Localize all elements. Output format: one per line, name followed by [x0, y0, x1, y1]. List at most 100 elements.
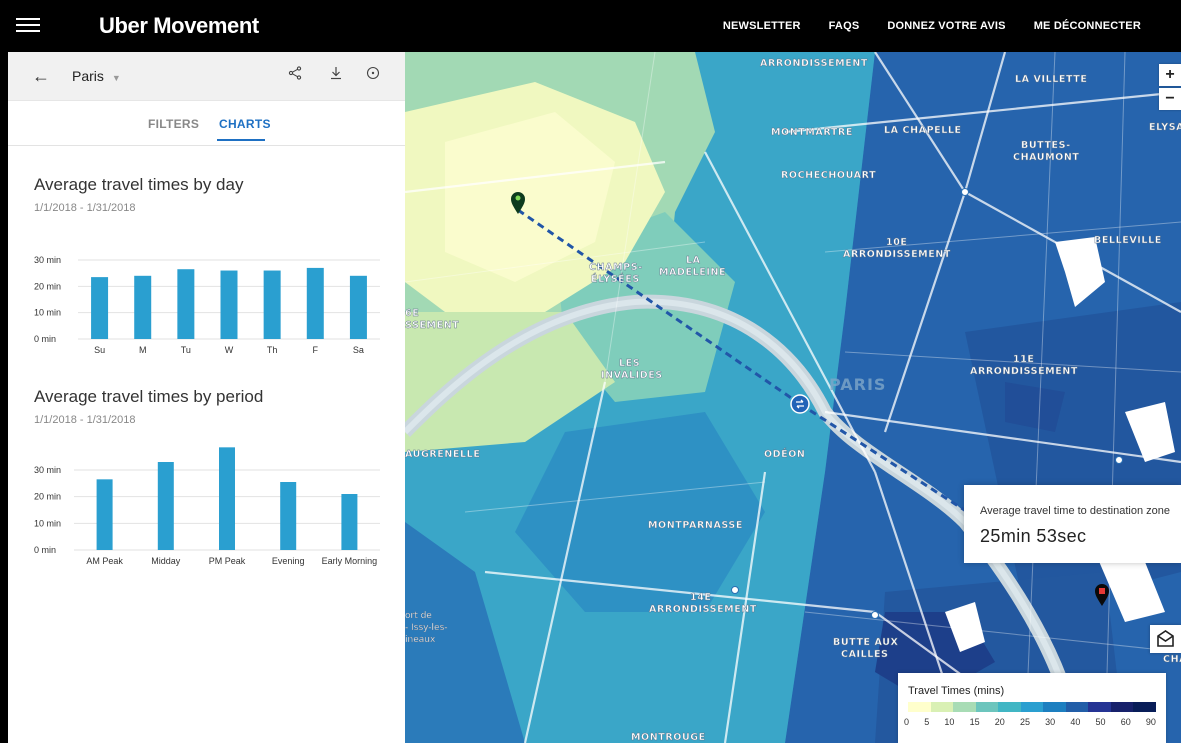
- bar: [280, 482, 297, 550]
- legend-swatch: [1133, 702, 1157, 712]
- map-label-issy-2: - Issy-les-: [405, 623, 448, 633]
- zoom-out-button[interactable]: −: [1159, 88, 1181, 110]
- map-label-buttes: BUTTES-: [1021, 140, 1071, 151]
- travel-time-label: Average travel time to destination zone: [980, 505, 1170, 517]
- map-label-6e: 6E: [405, 308, 419, 319]
- map-label-elysees: ÉLYSÉES: [591, 273, 640, 285]
- top-nav: NEWSLETTER FAQS DONNEZ VOTRE AVIS ME DÉC…: [723, 0, 1141, 52]
- legend-ticks: 0 5 10 15 20 25 30 40 50 60 90: [904, 717, 1156, 727]
- bar: [219, 447, 235, 550]
- legend-tick-label: 15: [969, 717, 980, 727]
- map-label-montrouge: MONTROUGE: [631, 732, 706, 743]
- map-label-6e-arrondissement: SSEMENT: [405, 320, 459, 331]
- chart-day: 30 min 20 min 10 min 0 min Su M Tu W Th F Sa: [34, 255, 380, 355]
- legend-tick-label: 10: [944, 717, 955, 727]
- legend-tick-label: 20: [994, 717, 1005, 727]
- legend-title: Travel Times (mins): [908, 685, 1005, 697]
- map-label-montparnasse: MONTPARNASSE: [648, 520, 743, 531]
- map-label-montmartre: MONTMARTRE: [771, 127, 853, 138]
- x-tick-label: W: [225, 345, 234, 355]
- bar: [220, 270, 238, 339]
- bar: [306, 267, 324, 339]
- legend-swatch: [1110, 702, 1134, 712]
- map-label-11e-arrondissement: ARRONDISSEMENT: [970, 366, 1078, 377]
- side-panel: ← Paris ▼ FILTERS CHARTS Average travel t…: [8, 52, 406, 743]
- map-view[interactable]: ARRONDISSEMENT LA VILLETTE MONTMARTRE LA…: [405, 52, 1181, 743]
- y-tick-label: 20 min: [34, 492, 61, 502]
- map-label-paris: PARIS: [829, 375, 886, 394]
- map-label-char: CHAR: [1163, 654, 1181, 665]
- map-label-odeon: ODÉON: [764, 448, 805, 460]
- legend-tick-label: 30: [1045, 717, 1056, 727]
- chart-period-title: Average travel times by period: [34, 387, 264, 406]
- map-label-champs: CHAMPS-: [589, 262, 643, 273]
- back-arrow-icon[interactable]: ←: [32, 66, 50, 87]
- legend-swatch: [1043, 702, 1066, 712]
- y-tick-label: 0 min: [34, 334, 56, 344]
- active-tab-indicator: [217, 139, 265, 141]
- choropleth-map[interactable]: ARRONDISSEMENT LA VILLETTE MONTMARTRE LA…: [405, 52, 1181, 743]
- chart-day-title: Average travel times by day: [34, 175, 244, 194]
- panel-tabs: FILTERS CHARTS: [8, 101, 405, 146]
- bar: [263, 270, 281, 339]
- chart-period-date-range: 1/1/2018 - 1/31/2018: [34, 414, 136, 426]
- inbox-icon[interactable]: [1150, 625, 1181, 653]
- legend-color-scale: [908, 702, 1157, 712]
- y-tick-label: 30 min: [34, 255, 61, 265]
- share-icon[interactable]: [288, 66, 302, 83]
- help-icon[interactable]: [366, 66, 380, 83]
- y-tick-label: 10 min: [34, 518, 61, 528]
- route-midpoint-icon[interactable]: [790, 394, 810, 414]
- map-label-chaumont: CHAUMONT: [1013, 152, 1079, 163]
- map-label-10e: 10E: [886, 237, 908, 248]
- nav-feedback-link[interactable]: DONNEZ VOTRE AVIS: [887, 20, 1005, 32]
- nav-logout-link[interactable]: ME DÉCONNECTER: [1034, 20, 1141, 32]
- map-label-les: LES: [619, 358, 640, 369]
- legend-tick-label: 50: [1095, 717, 1106, 727]
- bar: [177, 269, 195, 339]
- x-tick-label: Midday: [151, 556, 181, 566]
- map-label-11e: 11E: [1013, 354, 1035, 365]
- legend-tick-label: 90: [1145, 717, 1156, 727]
- chevron-down-icon: ▼: [111, 73, 121, 83]
- brand-logo[interactable]: Uber Movement: [99, 13, 259, 39]
- travel-times-legend: Travel Times (mins) 0 5 10 15 20 25 30 40 50 60 90: [898, 673, 1166, 743]
- tab-charts[interactable]: CHARTS: [219, 117, 271, 131]
- legend-tick-label: 60: [1120, 717, 1131, 727]
- bar: [349, 275, 367, 339]
- legend-swatch: [1020, 702, 1044, 712]
- nav-faqs-link[interactable]: FAQS: [829, 20, 860, 32]
- zoom-in-button[interactable]: +: [1159, 64, 1181, 86]
- download-icon[interactable]: [329, 66, 343, 83]
- map-label-rochechouart: ROCHECHOUART: [781, 170, 876, 181]
- map-label-belleville: BELLEVILLE: [1094, 235, 1162, 246]
- hamburger-menu-icon[interactable]: [16, 14, 40, 38]
- legend-tick-label: 40: [1070, 717, 1081, 727]
- bar: [91, 277, 109, 339]
- top-bar: Uber Movement NEWSLETTER FAQS DONNEZ VOT…: [8, 0, 1181, 52]
- city-selector[interactable]: Paris ▼: [72, 68, 121, 84]
- map-label-14e-arrondissement: ARRONDISSEMENT: [649, 604, 757, 615]
- x-tick-label: Evening: [272, 556, 305, 566]
- legend-tick-label: 25: [1019, 717, 1030, 727]
- legend-swatch: [1088, 702, 1111, 712]
- nav-newsletter-link[interactable]: NEWSLETTER: [723, 20, 801, 32]
- map-label-14e: 14E: [690, 592, 712, 603]
- bar: [341, 494, 358, 550]
- map-label-invalides: INVALIDES: [601, 370, 663, 381]
- tab-filters[interactable]: FILTERS: [148, 117, 199, 131]
- legend-swatch: [1065, 702, 1089, 712]
- app-window: Uber Movement NEWSLETTER FAQS DONNEZ VOT…: [8, 0, 1181, 743]
- y-tick-label: 0 min: [34, 545, 56, 555]
- legend-swatch: [930, 702, 954, 712]
- x-tick-label: Early Morning: [322, 556, 378, 566]
- map-label-10e-arrondissement: ARRONDISSEMENT: [843, 249, 951, 260]
- legend-swatch: [908, 702, 931, 712]
- legend-swatch: [953, 702, 976, 712]
- y-tick-label: 10 min: [34, 308, 61, 318]
- x-tick-label: Tu: [181, 345, 191, 355]
- map-label-la-chapelle: LA CHAPELLE: [884, 125, 962, 136]
- map-label-issy-1: ort de: [405, 611, 432, 621]
- travel-time-info-card: Average travel time to destination zone …: [964, 485, 1181, 563]
- map-label-butte-aux: BUTTE AUX: [833, 637, 899, 648]
